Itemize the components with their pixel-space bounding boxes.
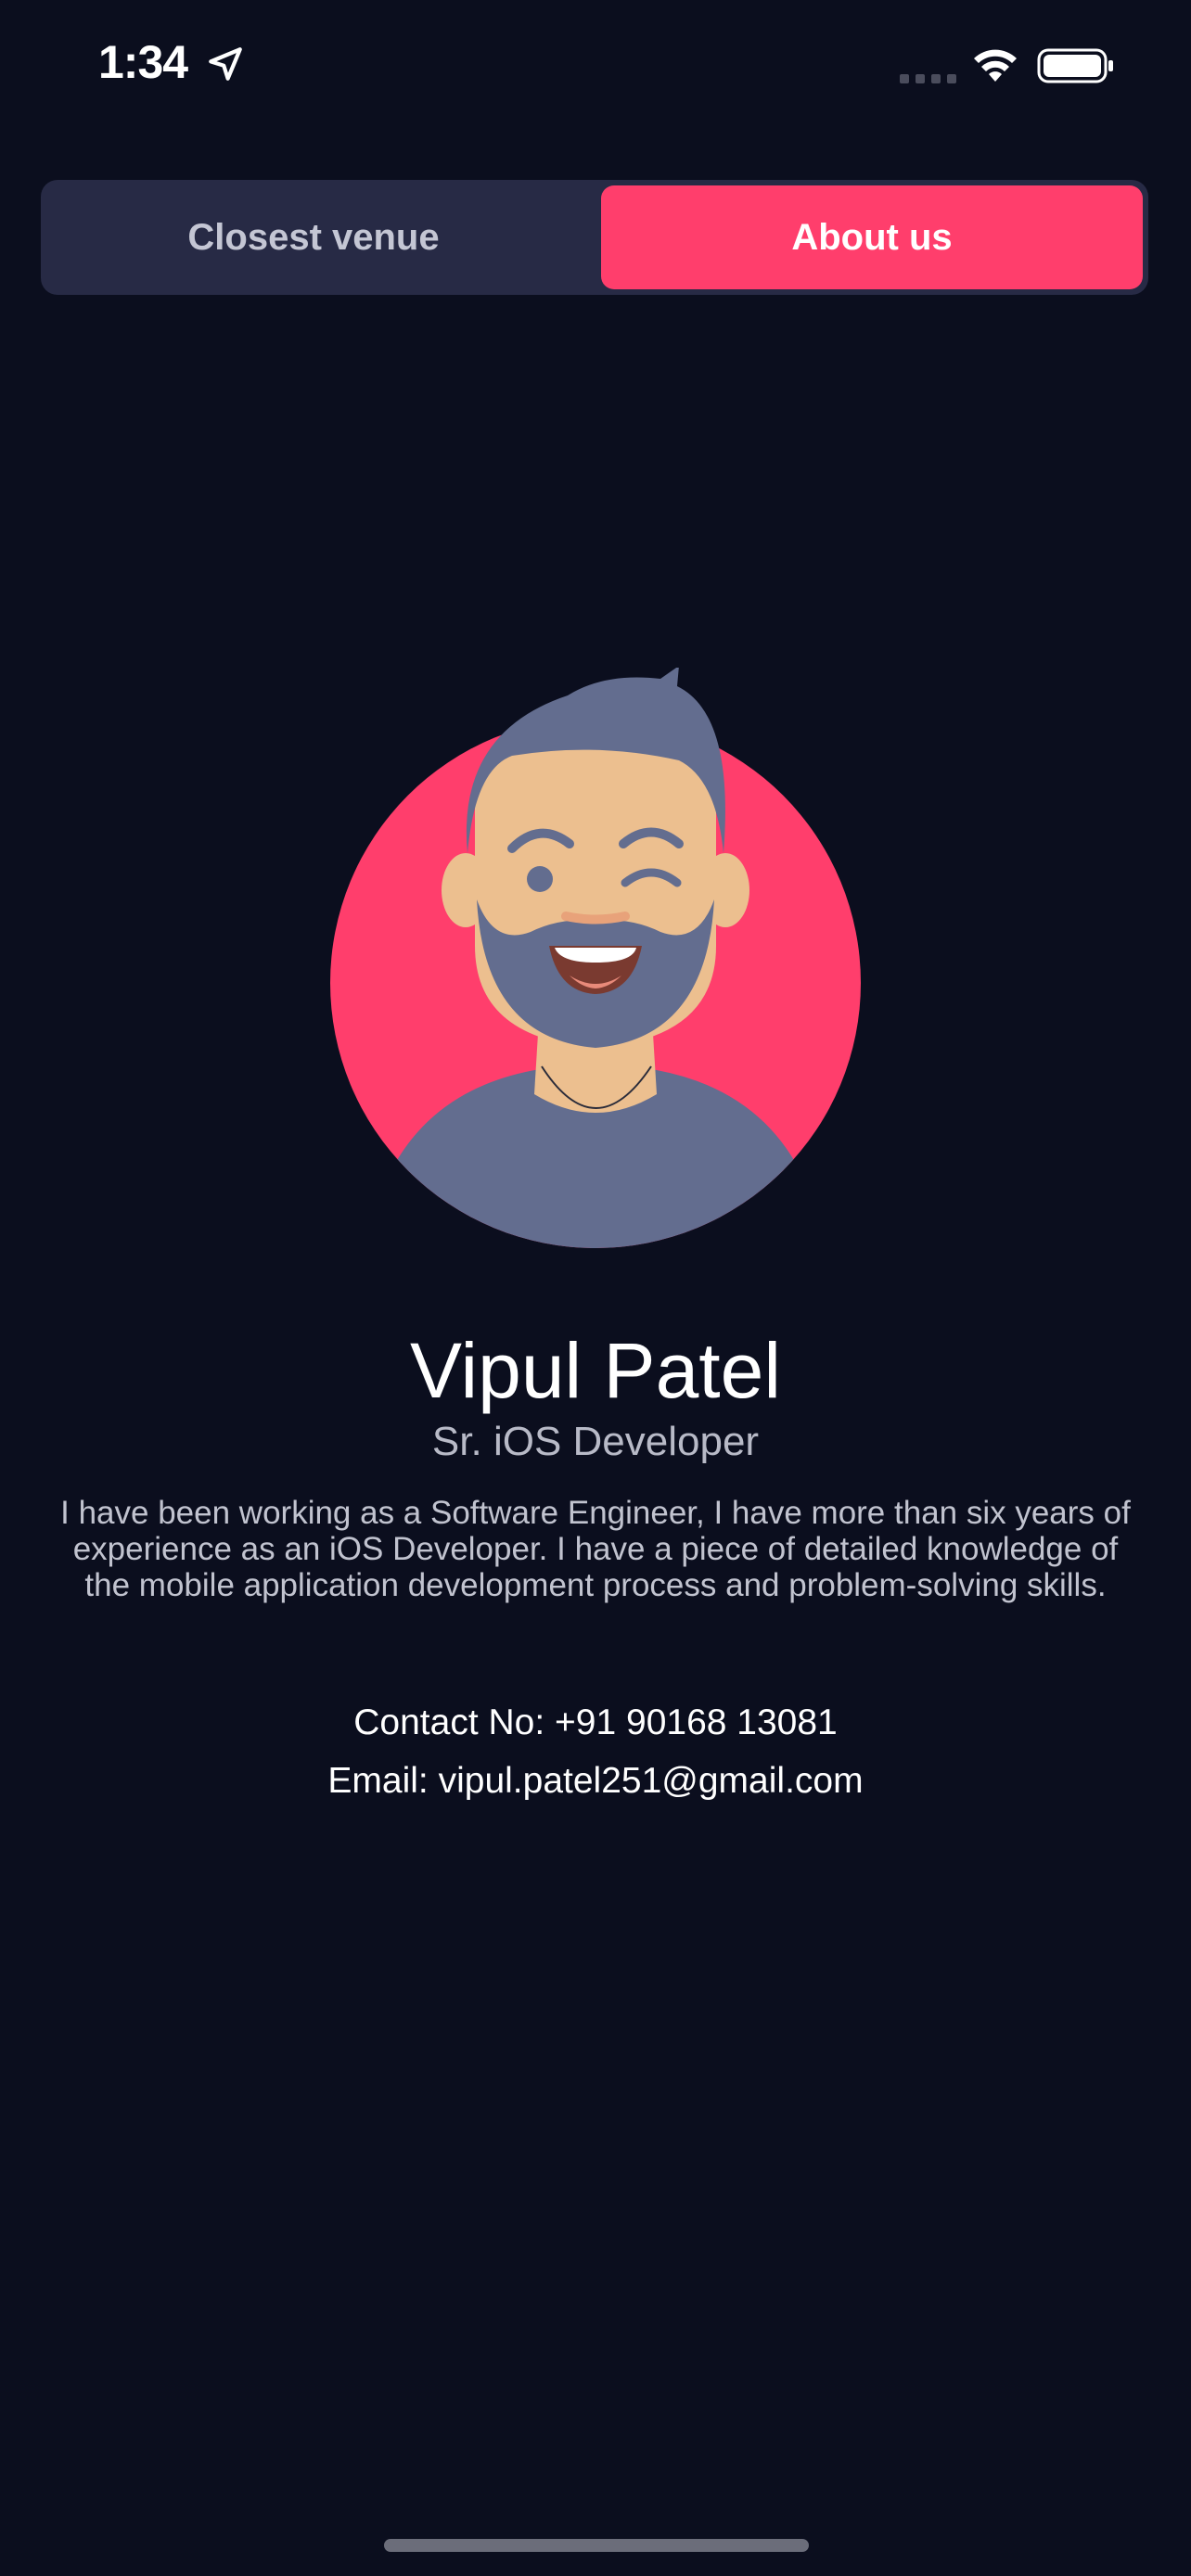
segmented-control: Closest venue About us bbox=[41, 180, 1148, 295]
avatar-illustration bbox=[330, 668, 861, 1248]
profile-bio: I have been working as a Software Engine… bbox=[60, 1495, 1131, 1603]
home-indicator[interactable] bbox=[384, 2539, 809, 2552]
location-arrow-icon bbox=[209, 47, 242, 81]
contact-number[interactable]: Contact No: +91 90168 13081 bbox=[0, 1702, 1191, 1743]
tab-about-us[interactable]: About us bbox=[601, 185, 1143, 289]
status-time: 1:34 bbox=[98, 36, 188, 88]
profile-name: Vipul Patel bbox=[409, 1327, 782, 1414]
tab-closest-venue[interactable]: Closest venue bbox=[46, 185, 581, 289]
wifi-icon bbox=[974, 49, 1017, 82]
profile-role: Sr. iOS Developer bbox=[431, 1419, 760, 1464]
cellular-signal-icon bbox=[900, 74, 956, 83]
contact-email[interactable]: Email: vipul.patel251@gmail.com bbox=[0, 1761, 1191, 1802]
battery-icon bbox=[1037, 48, 1113, 83]
